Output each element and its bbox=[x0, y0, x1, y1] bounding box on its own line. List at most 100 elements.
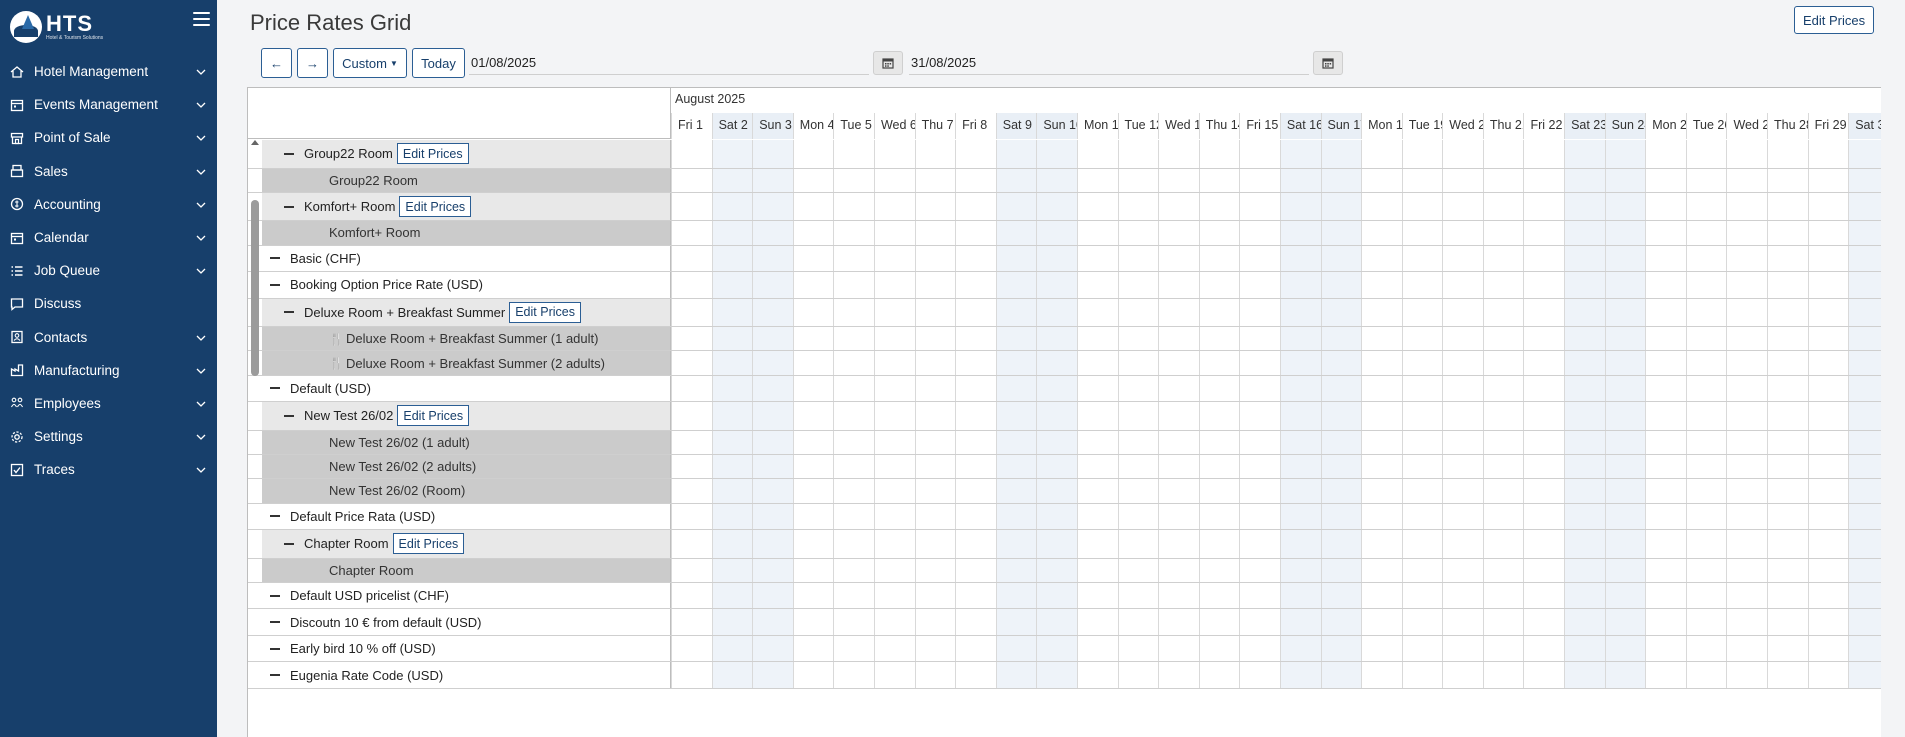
collapse-icon[interactable] bbox=[284, 152, 294, 155]
price-cell[interactable] bbox=[1320, 454, 1362, 479]
price-cell[interactable] bbox=[955, 168, 996, 192]
price-cell[interactable] bbox=[792, 351, 834, 375]
price-cell[interactable] bbox=[1036, 221, 1077, 245]
price-cell[interactable] bbox=[995, 609, 1037, 635]
today-button[interactable]: Today bbox=[412, 48, 465, 78]
price-cell[interactable] bbox=[1482, 327, 1524, 351]
price-cell[interactable] bbox=[1036, 272, 1077, 298]
price-cell[interactable] bbox=[671, 351, 712, 375]
price-cell[interactable] bbox=[873, 140, 915, 168]
price-cell[interactable] bbox=[1401, 430, 1443, 454]
price-cell[interactable] bbox=[1523, 662, 1564, 688]
price-cell[interactable] bbox=[1401, 351, 1443, 375]
price-cell[interactable] bbox=[1482, 662, 1524, 688]
price-cell[interactable] bbox=[1158, 221, 1199, 245]
price-cell[interactable] bbox=[1726, 479, 1767, 503]
price-cell[interactable] bbox=[833, 140, 874, 168]
collapse-icon[interactable] bbox=[270, 621, 280, 624]
price-cell[interactable] bbox=[1361, 168, 1402, 192]
price-cell[interactable] bbox=[711, 530, 753, 558]
price-cell[interactable] bbox=[833, 192, 874, 221]
price-cell[interactable] bbox=[1442, 272, 1483, 298]
price-cell[interactable] bbox=[1198, 140, 1240, 168]
price-cell[interactable] bbox=[1198, 375, 1240, 402]
price-cell[interactable] bbox=[1482, 558, 1524, 582]
price-cell[interactable] bbox=[1726, 503, 1767, 530]
price-cell[interactable] bbox=[752, 479, 793, 503]
price-cell[interactable] bbox=[1767, 272, 1808, 298]
price-cell[interactable] bbox=[752, 430, 793, 454]
price-cell[interactable] bbox=[955, 662, 996, 688]
price-cell[interactable] bbox=[955, 221, 996, 245]
price-cell[interactable] bbox=[1604, 454, 1646, 479]
price-cell[interactable] bbox=[1320, 327, 1362, 351]
price-cell[interactable] bbox=[1523, 479, 1564, 503]
price-cell[interactable] bbox=[1645, 375, 1686, 402]
price-cell[interactable] bbox=[1645, 245, 1686, 272]
price-cell[interactable] bbox=[955, 272, 996, 298]
price-cell[interactable] bbox=[1767, 351, 1808, 375]
price-cell[interactable] bbox=[955, 454, 996, 479]
price-cell[interactable] bbox=[1604, 192, 1646, 221]
price-cell[interactable] bbox=[1198, 454, 1240, 479]
price-cell[interactable] bbox=[1036, 402, 1077, 430]
price-cell[interactable] bbox=[1076, 662, 1118, 688]
price-cell[interactable] bbox=[1361, 402, 1402, 430]
price-cell[interactable] bbox=[1239, 351, 1280, 375]
price-cell[interactable] bbox=[1036, 140, 1077, 168]
price-cell[interactable] bbox=[1239, 530, 1280, 558]
price-cell[interactable] bbox=[1807, 245, 1849, 272]
price-cell[interactable] bbox=[752, 298, 793, 327]
price-cell[interactable] bbox=[1726, 635, 1767, 662]
price-cell[interactable] bbox=[1442, 192, 1483, 221]
price-cell[interactable] bbox=[1076, 454, 1118, 479]
price-cell[interactable] bbox=[1320, 479, 1362, 503]
price-cell[interactable] bbox=[1320, 430, 1362, 454]
sidebar-item-point-of-sale[interactable]: Point of Sale bbox=[0, 121, 217, 154]
price-cell[interactable] bbox=[1564, 221, 1605, 245]
price-cell[interactable] bbox=[1320, 245, 1362, 272]
price-cell[interactable] bbox=[955, 298, 996, 327]
price-cell[interactable] bbox=[752, 351, 793, 375]
price-cell[interactable] bbox=[1279, 530, 1321, 558]
price-cell[interactable] bbox=[1645, 582, 1686, 609]
price-cell[interactable] bbox=[955, 375, 996, 402]
price-cell[interactable] bbox=[1036, 530, 1077, 558]
row-edit-prices-button[interactable]: Edit Prices bbox=[509, 301, 581, 323]
price-cell[interactable] bbox=[1442, 221, 1483, 245]
price-cell[interactable] bbox=[1361, 582, 1402, 609]
price-cell[interactable] bbox=[1361, 327, 1402, 351]
price-cell[interactable] bbox=[955, 327, 996, 351]
price-cell[interactable] bbox=[1117, 479, 1159, 503]
price-cell[interactable] bbox=[914, 298, 956, 327]
price-cell[interactable] bbox=[1239, 168, 1280, 192]
price-cell[interactable] bbox=[1767, 558, 1808, 582]
price-cell[interactable] bbox=[671, 582, 712, 609]
price-cell[interactable] bbox=[1361, 558, 1402, 582]
price-cell[interactable] bbox=[1726, 609, 1767, 635]
price-cell[interactable] bbox=[792, 245, 834, 272]
price-cell[interactable] bbox=[833, 662, 874, 688]
price-cell[interactable] bbox=[1564, 558, 1605, 582]
price-cell[interactable] bbox=[1645, 609, 1686, 635]
price-cell[interactable] bbox=[1036, 479, 1077, 503]
price-cell[interactable] bbox=[1279, 192, 1321, 221]
price-cell[interactable] bbox=[1158, 479, 1199, 503]
price-cell[interactable] bbox=[1401, 402, 1443, 430]
price-cell[interactable] bbox=[752, 662, 793, 688]
price-cell[interactable] bbox=[1401, 558, 1443, 582]
price-cell[interactable] bbox=[1239, 430, 1280, 454]
price-cell[interactable] bbox=[833, 327, 874, 351]
price-cell[interactable] bbox=[1685, 221, 1727, 245]
price-cell[interactable] bbox=[1401, 272, 1443, 298]
price-cell[interactable] bbox=[1117, 192, 1159, 221]
price-cell[interactable] bbox=[1198, 635, 1240, 662]
price-cell[interactable] bbox=[1158, 430, 1199, 454]
price-cell[interactable] bbox=[1482, 298, 1524, 327]
price-cell[interactable] bbox=[1726, 168, 1767, 192]
scroll-up-icon[interactable] bbox=[251, 140, 259, 145]
price-cell[interactable] bbox=[995, 221, 1037, 245]
price-cell[interactable] bbox=[1685, 609, 1727, 635]
price-cell[interactable] bbox=[711, 635, 753, 662]
price-cell[interactable] bbox=[1564, 402, 1605, 430]
